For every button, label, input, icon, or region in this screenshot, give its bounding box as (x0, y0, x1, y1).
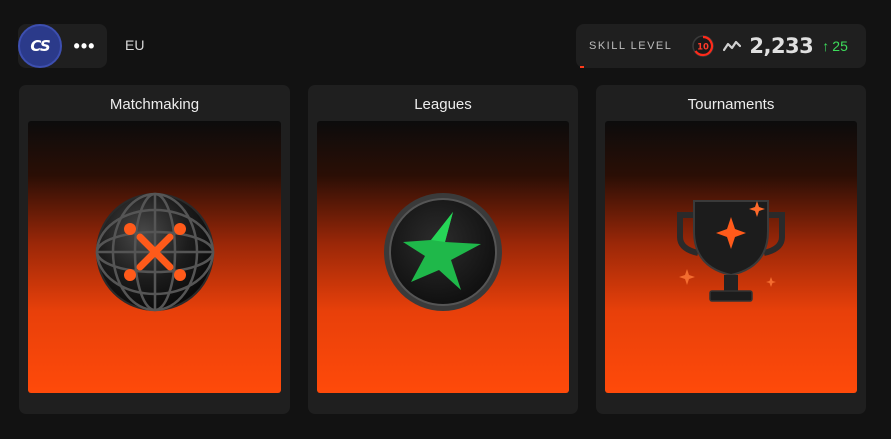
matchmaking-art (28, 121, 281, 393)
elo-trend-icon (723, 40, 742, 52)
tournaments-title: Tournaments (687, 96, 775, 113)
leagues-art (317, 121, 569, 393)
skill-level-badge-icon: 10 (692, 35, 715, 57)
skill-level-label: SKILL LEVEL (589, 40, 673, 52)
game-selector[interactable]: CS ••• (18, 24, 107, 68)
skill-level-number: 10 (697, 43, 709, 53)
matchmaking-card[interactable]: Matchmaking (19, 85, 290, 414)
accent-tick (580, 66, 584, 68)
elo-delta-value: 25 (832, 38, 848, 54)
more-options-button[interactable]: ••• (62, 36, 107, 57)
tournaments-card[interactable]: Tournaments (596, 85, 866, 414)
leagues-title: Leagues (414, 96, 472, 113)
matchmaking-title: Matchmaking (109, 96, 200, 113)
arrow-up-icon: ↑ (822, 38, 830, 54)
tournament-trophy-icon (677, 200, 785, 302)
leagues-card[interactable]: Leagues (308, 85, 578, 414)
game-logo[interactable]: CS (18, 24, 62, 68)
elo-value: 2,233 (749, 34, 814, 58)
tournaments-art (605, 121, 857, 393)
elo-delta: ↑ 25 (822, 38, 848, 54)
skill-level-panel: SKILL LEVEL 10 2,233 ↑ 25 (576, 24, 866, 68)
leagues-star-coin-icon (384, 193, 502, 311)
region-label[interactable]: EU (125, 37, 144, 53)
matchmaking-globe-icon (95, 192, 214, 312)
